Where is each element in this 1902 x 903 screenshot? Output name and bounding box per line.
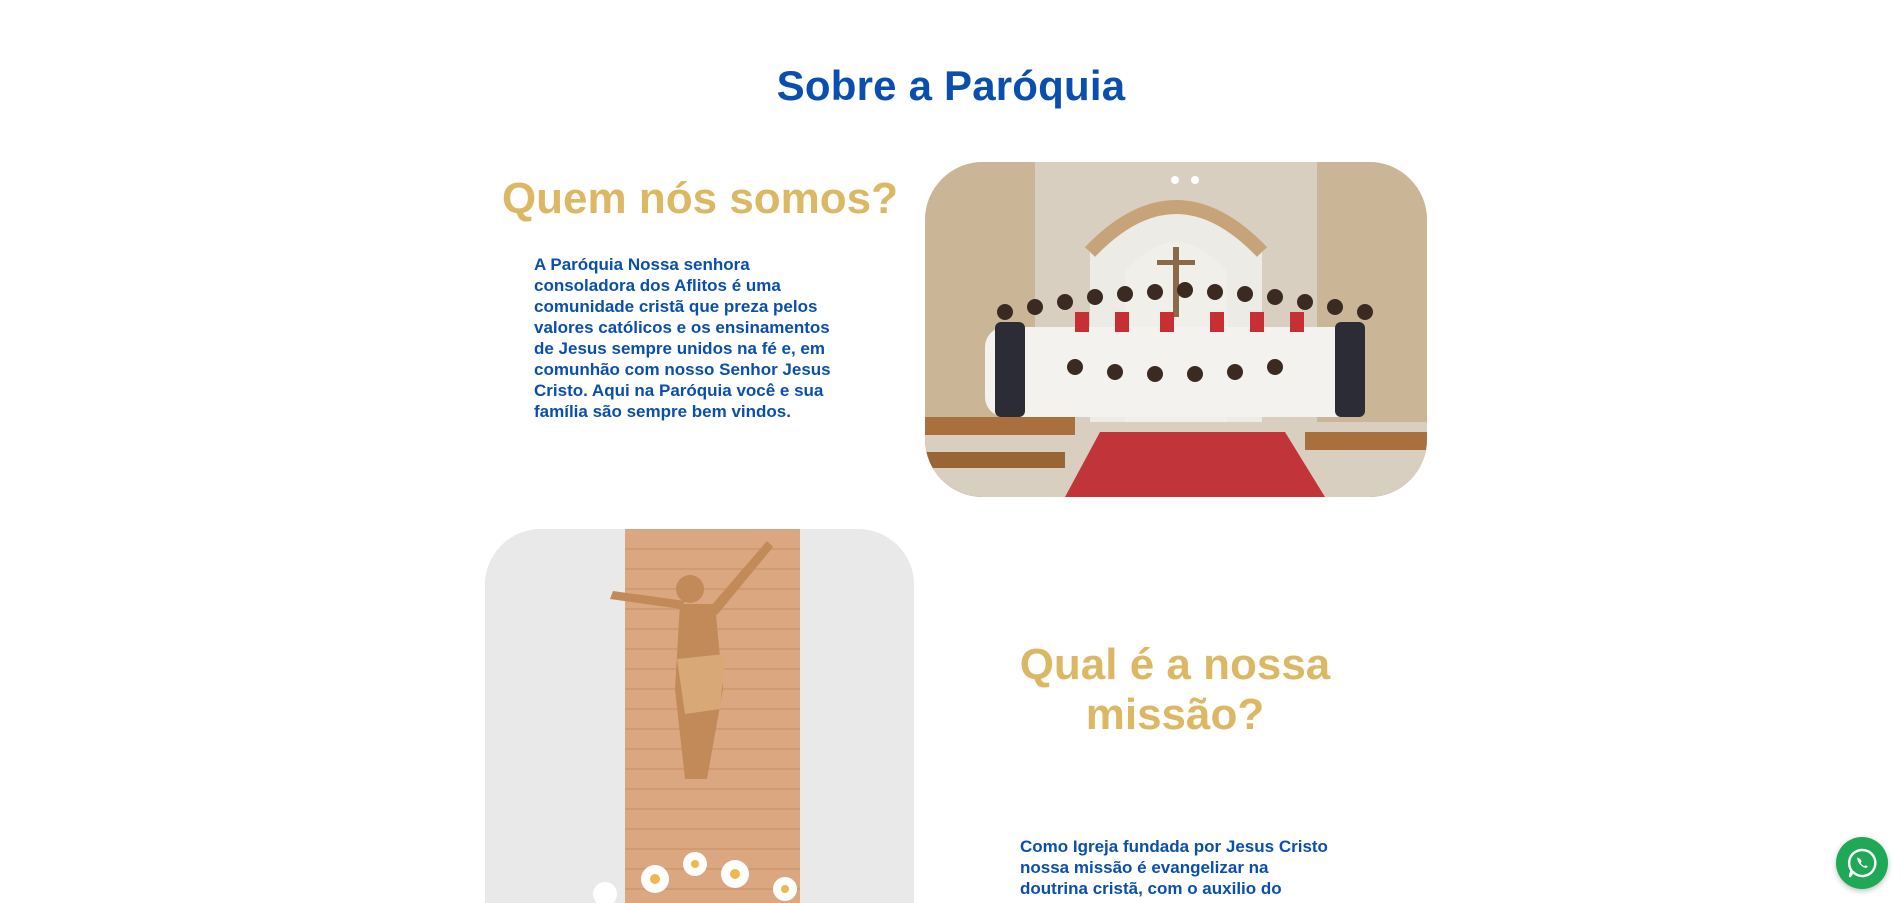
crucifix-illustration <box>485 529 914 903</box>
whatsapp-icon <box>1847 848 1877 878</box>
about-section: Sobre a Paróquia Quem nós somos? A Paróq… <box>0 0 1902 903</box>
mission-description: Como Igreja fundada por Jesus Cristo nos… <box>1020 837 1328 898</box>
who-description: A Paróquia Nossa senhora consoladora dos… <box>534 255 831 421</box>
parish-group-photo <box>925 162 1427 497</box>
mission-heading: Qual é a nossa missão? <box>1019 640 1331 739</box>
crucifix-photo <box>485 529 914 903</box>
group-photo-illustration <box>925 162 1427 497</box>
section-title: Sobre a Paróquia <box>776 62 1126 109</box>
who-heading: Quem nós somos? <box>501 174 899 223</box>
whatsapp-button[interactable] <box>1836 837 1888 889</box>
